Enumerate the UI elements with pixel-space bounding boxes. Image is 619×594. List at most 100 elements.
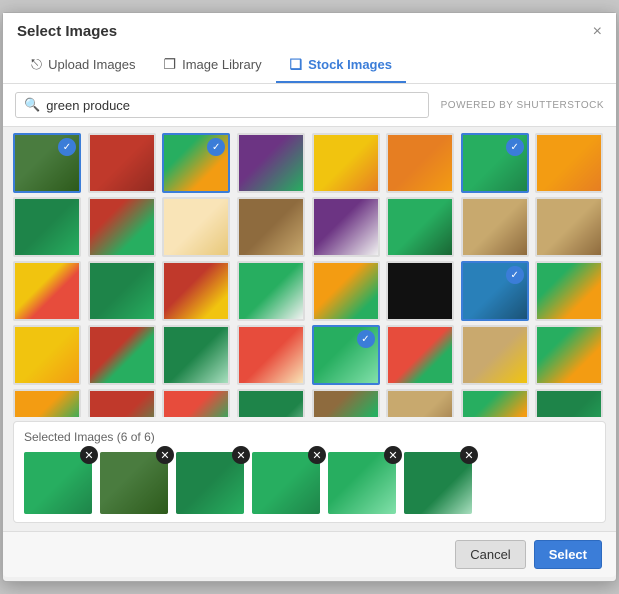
tab-library-label: Image Library <box>182 57 261 72</box>
image-thumbnail <box>90 263 154 319</box>
tab-library[interactable]: ❐ Image Library <box>150 48 276 83</box>
selected-image-item: ✕ <box>404 452 472 514</box>
image-thumbnail <box>388 391 452 417</box>
image-cell[interactable] <box>312 133 380 193</box>
tab-stock-label: Stock Images <box>308 57 392 72</box>
upload-icon: ⎋ <box>31 56 42 73</box>
selected-panel-title: Selected Images (6 of 6) <box>24 430 595 444</box>
selected-check-badge: ✓ <box>357 330 375 348</box>
remove-image-button[interactable]: ✕ <box>156 446 174 464</box>
image-cell[interactable] <box>535 389 603 417</box>
close-button[interactable]: × <box>593 24 602 40</box>
remove-image-button[interactable]: ✕ <box>384 446 402 464</box>
image-thumbnail <box>537 327 601 383</box>
remove-image-button[interactable]: ✕ <box>232 446 250 464</box>
search-input[interactable] <box>46 98 419 113</box>
image-cell[interactable] <box>162 325 230 385</box>
image-thumbnail <box>463 327 527 383</box>
image-cell[interactable] <box>386 389 454 417</box>
image-cell[interactable] <box>162 197 230 257</box>
image-thumbnail <box>463 391 527 417</box>
image-thumbnail <box>239 327 303 383</box>
image-cell[interactable] <box>535 325 603 385</box>
dialog-header: Select Images × ⎋ Upload Images ❐ Image … <box>3 13 616 84</box>
image-cell[interactable] <box>88 133 156 193</box>
image-cell[interactable]: ✓ <box>461 133 529 193</box>
search-icon: 🔍 <box>24 97 40 113</box>
image-thumbnail <box>239 391 303 417</box>
cancel-button[interactable]: Cancel <box>455 540 525 569</box>
image-cell[interactable] <box>88 261 156 321</box>
image-cell[interactable] <box>312 261 380 321</box>
select-button[interactable]: Select <box>534 540 602 569</box>
image-thumbnail <box>15 391 79 417</box>
dialog-footer: Cancel Select <box>3 531 616 577</box>
stock-icon: ❑ <box>290 56 303 73</box>
image-cell[interactable] <box>88 325 156 385</box>
image-cell[interactable] <box>386 133 454 193</box>
dialog-title: Select Images <box>17 23 117 40</box>
image-cell[interactable] <box>237 197 305 257</box>
image-thumbnail <box>537 135 601 191</box>
tab-upload[interactable]: ⎋ Upload Images <box>17 48 150 83</box>
tabs-container: ⎋ Upload Images ❐ Image Library ❑ Stock … <box>17 48 602 83</box>
image-cell[interactable] <box>13 197 81 257</box>
image-cell[interactable] <box>461 197 529 257</box>
image-thumbnail <box>90 327 154 383</box>
image-cell[interactable] <box>162 389 230 417</box>
image-cell[interactable]: ✓ <box>13 133 81 193</box>
image-cell[interactable] <box>13 261 81 321</box>
image-cell[interactable] <box>88 389 156 417</box>
selected-check-badge: ✓ <box>506 138 524 156</box>
image-grid: ✓ ✓ ✓ ✓ ✓ <box>3 127 616 417</box>
remove-image-button[interactable]: ✕ <box>308 446 326 464</box>
tab-stock[interactable]: ❑ Stock Images <box>276 48 406 83</box>
image-cell[interactable] <box>13 389 81 417</box>
selected-check-badge: ✓ <box>58 138 76 156</box>
image-cell[interactable] <box>535 197 603 257</box>
image-thumbnail <box>314 391 378 417</box>
image-cell[interactable] <box>312 197 380 257</box>
image-cell[interactable] <box>386 325 454 385</box>
selected-image-item: ✕ <box>252 452 320 514</box>
image-thumbnail <box>314 135 378 191</box>
selected-images-row: ✕✕✕✕✕✕ <box>24 452 595 514</box>
image-cell[interactable] <box>237 133 305 193</box>
image-cell[interactable] <box>535 261 603 321</box>
image-thumbnail <box>537 263 601 319</box>
image-cell[interactable] <box>237 325 305 385</box>
image-cell[interactable] <box>312 389 380 417</box>
image-cell[interactable] <box>535 133 603 193</box>
image-cell[interactable] <box>386 197 454 257</box>
image-thumbnail <box>388 327 452 383</box>
image-thumbnail <box>537 391 601 417</box>
image-cell[interactable]: ✓ <box>461 261 529 321</box>
image-cell[interactable] <box>13 325 81 385</box>
image-thumbnail <box>15 263 79 319</box>
image-cell[interactable]: ✓ <box>312 325 380 385</box>
image-cell[interactable] <box>461 325 529 385</box>
image-thumbnail <box>15 327 79 383</box>
image-thumbnail <box>90 135 154 191</box>
selected-image-item: ✕ <box>100 452 168 514</box>
image-thumbnail <box>537 199 601 255</box>
image-cell[interactable] <box>162 261 230 321</box>
image-cell[interactable] <box>88 197 156 257</box>
remove-image-button[interactable]: ✕ <box>80 446 98 464</box>
image-thumbnail <box>239 199 303 255</box>
remove-image-button[interactable]: ✕ <box>460 446 478 464</box>
image-cell[interactable] <box>237 389 305 417</box>
image-thumbnail <box>388 135 452 191</box>
image-cell[interactable] <box>386 261 454 321</box>
image-thumbnail <box>164 327 228 383</box>
tab-upload-label: Upload Images <box>48 57 135 72</box>
image-thumbnail <box>388 263 452 319</box>
search-bar: 🔍 POWERED BY SHUTTERSTOCK <box>3 84 616 127</box>
image-cell[interactable] <box>237 261 305 321</box>
image-cell[interactable]: ✓ <box>162 133 230 193</box>
selected-image-item: ✕ <box>328 452 396 514</box>
selected-image-item: ✕ <box>176 452 244 514</box>
selected-image-item: ✕ <box>24 452 92 514</box>
image-cell[interactable] <box>461 389 529 417</box>
image-thumbnail <box>164 391 228 417</box>
